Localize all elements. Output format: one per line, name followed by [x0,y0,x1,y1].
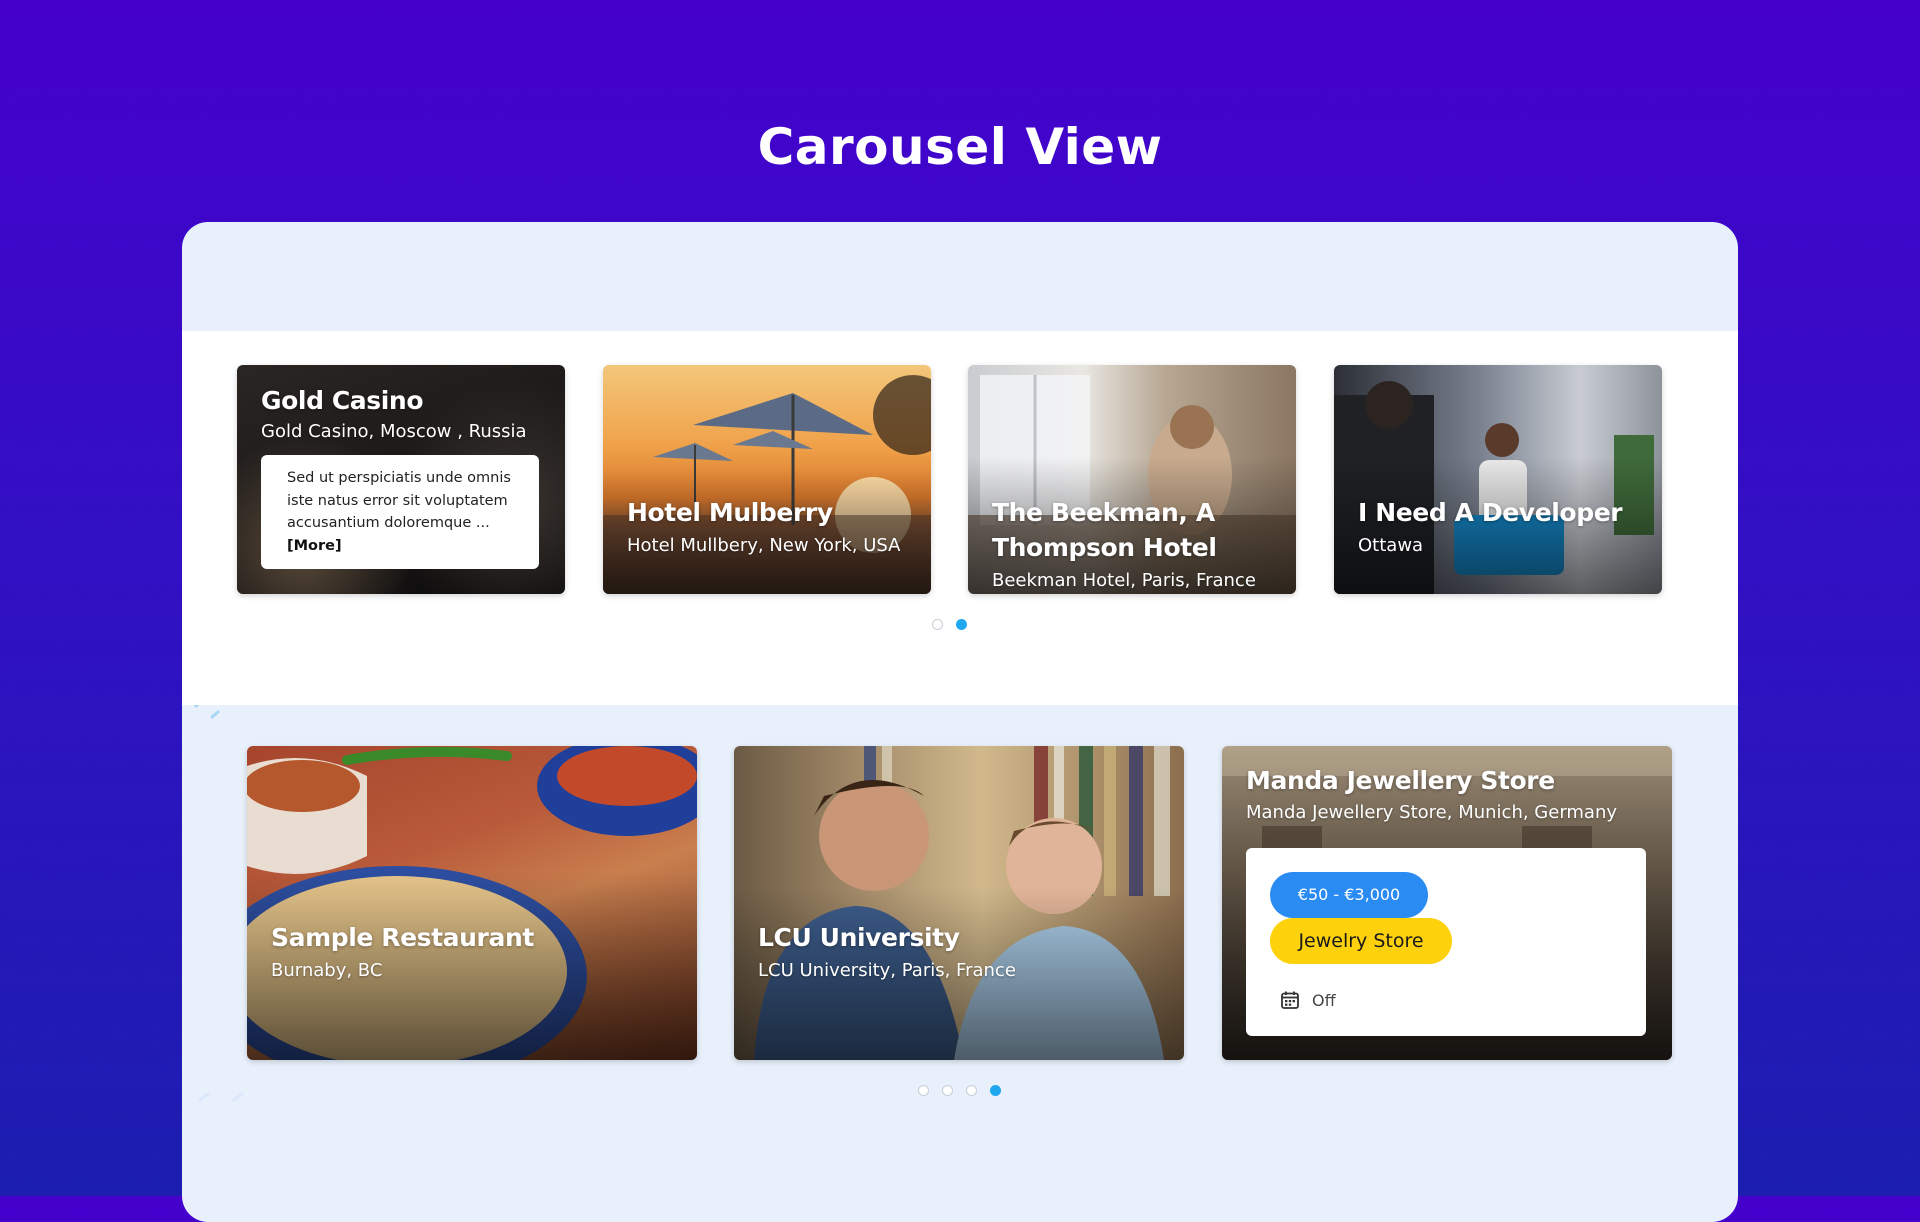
pagination-dot-2[interactable] [956,619,967,630]
price-range-badge[interactable]: €50 - €3,000 [1270,872,1428,918]
card-overlay [1334,365,1662,594]
card-location: Hotel Mullbery, New York, USA [627,535,901,556]
card-title: Sample Restaurant [271,923,534,952]
status-label: Off [1312,990,1336,1010]
pagination-dot-1[interactable] [918,1085,929,1096]
card-title: I Need A Developer [1358,498,1623,527]
status-row: Off [1280,990,1336,1010]
card-overlay [247,746,697,1060]
listing-card-sample-restaurant[interactable]: Sample Restaurant Burnaby, BC [247,746,697,1060]
card-title: The Beekman, A Thompson Hotel [992,495,1217,565]
card-info-box: €50 - €3,000 Jewelry Store Off [1246,848,1646,1036]
pagination-dot-1[interactable] [932,619,943,630]
card-title: Hotel Mulberry [627,498,833,527]
card-overlay [734,746,1184,1060]
card-overlay [603,365,931,594]
listing-card-developer[interactable]: I Need A Developer Ottawa [1334,365,1662,594]
more-link[interactable]: [More] [287,538,342,554]
card-title: Manda Jewellery Store [1246,766,1555,795]
card-description-box: Sed ut perspiciatis unde omnis iste natu… [261,455,539,569]
calendar-icon [1281,991,1299,1009]
decorative-dashes-bottom [198,1092,244,1102]
card-title-line-2: Thompson Hotel [992,533,1217,562]
card-title-line-1: The Beekman, A [992,498,1215,527]
page-title: Carousel View [757,118,1163,176]
carousel-panel: Gold Casino Gold Casino, Moscow , Russia… [182,222,1738,1222]
card-location: Gold Casino, Moscow , Russia [261,421,527,442]
pagination-dot-3[interactable] [966,1085,977,1096]
card-description: Sed ut perspiciatis unde omnis iste natu… [287,470,511,531]
listing-card-lcu-university[interactable]: LCU University LCU University, Paris, Fr… [734,746,1184,1060]
card-title: LCU University [758,923,960,952]
pagination-dot-2[interactable] [942,1085,953,1096]
listing-card-manda-jewellery[interactable]: Manda Jewellery Store Manda Jewellery St… [1222,746,1672,1060]
card-location: Beekman Hotel, Paris, France [992,570,1256,591]
card-location: Manda Jewellery Store, Munich, Germany [1246,802,1618,823]
card-location: LCU University, Paris, France [758,960,1016,981]
card-location: Ottawa [1358,535,1424,556]
category-badge[interactable]: Jewelry Store [1270,918,1452,964]
listing-card-beekman-hotel[interactable]: The Beekman, A Thompson Hotel Beekman Ho… [968,365,1296,594]
card-location: Burnaby, BC [271,960,383,981]
pagination-dot-4[interactable] [990,1085,1001,1096]
listing-card-gold-casino[interactable]: Gold Casino Gold Casino, Moscow , Russia… [237,365,565,594]
listing-card-hotel-mulberry[interactable]: Hotel Mulberry Hotel Mullbery, New York,… [603,365,931,594]
card-title: Gold Casino [261,386,424,415]
